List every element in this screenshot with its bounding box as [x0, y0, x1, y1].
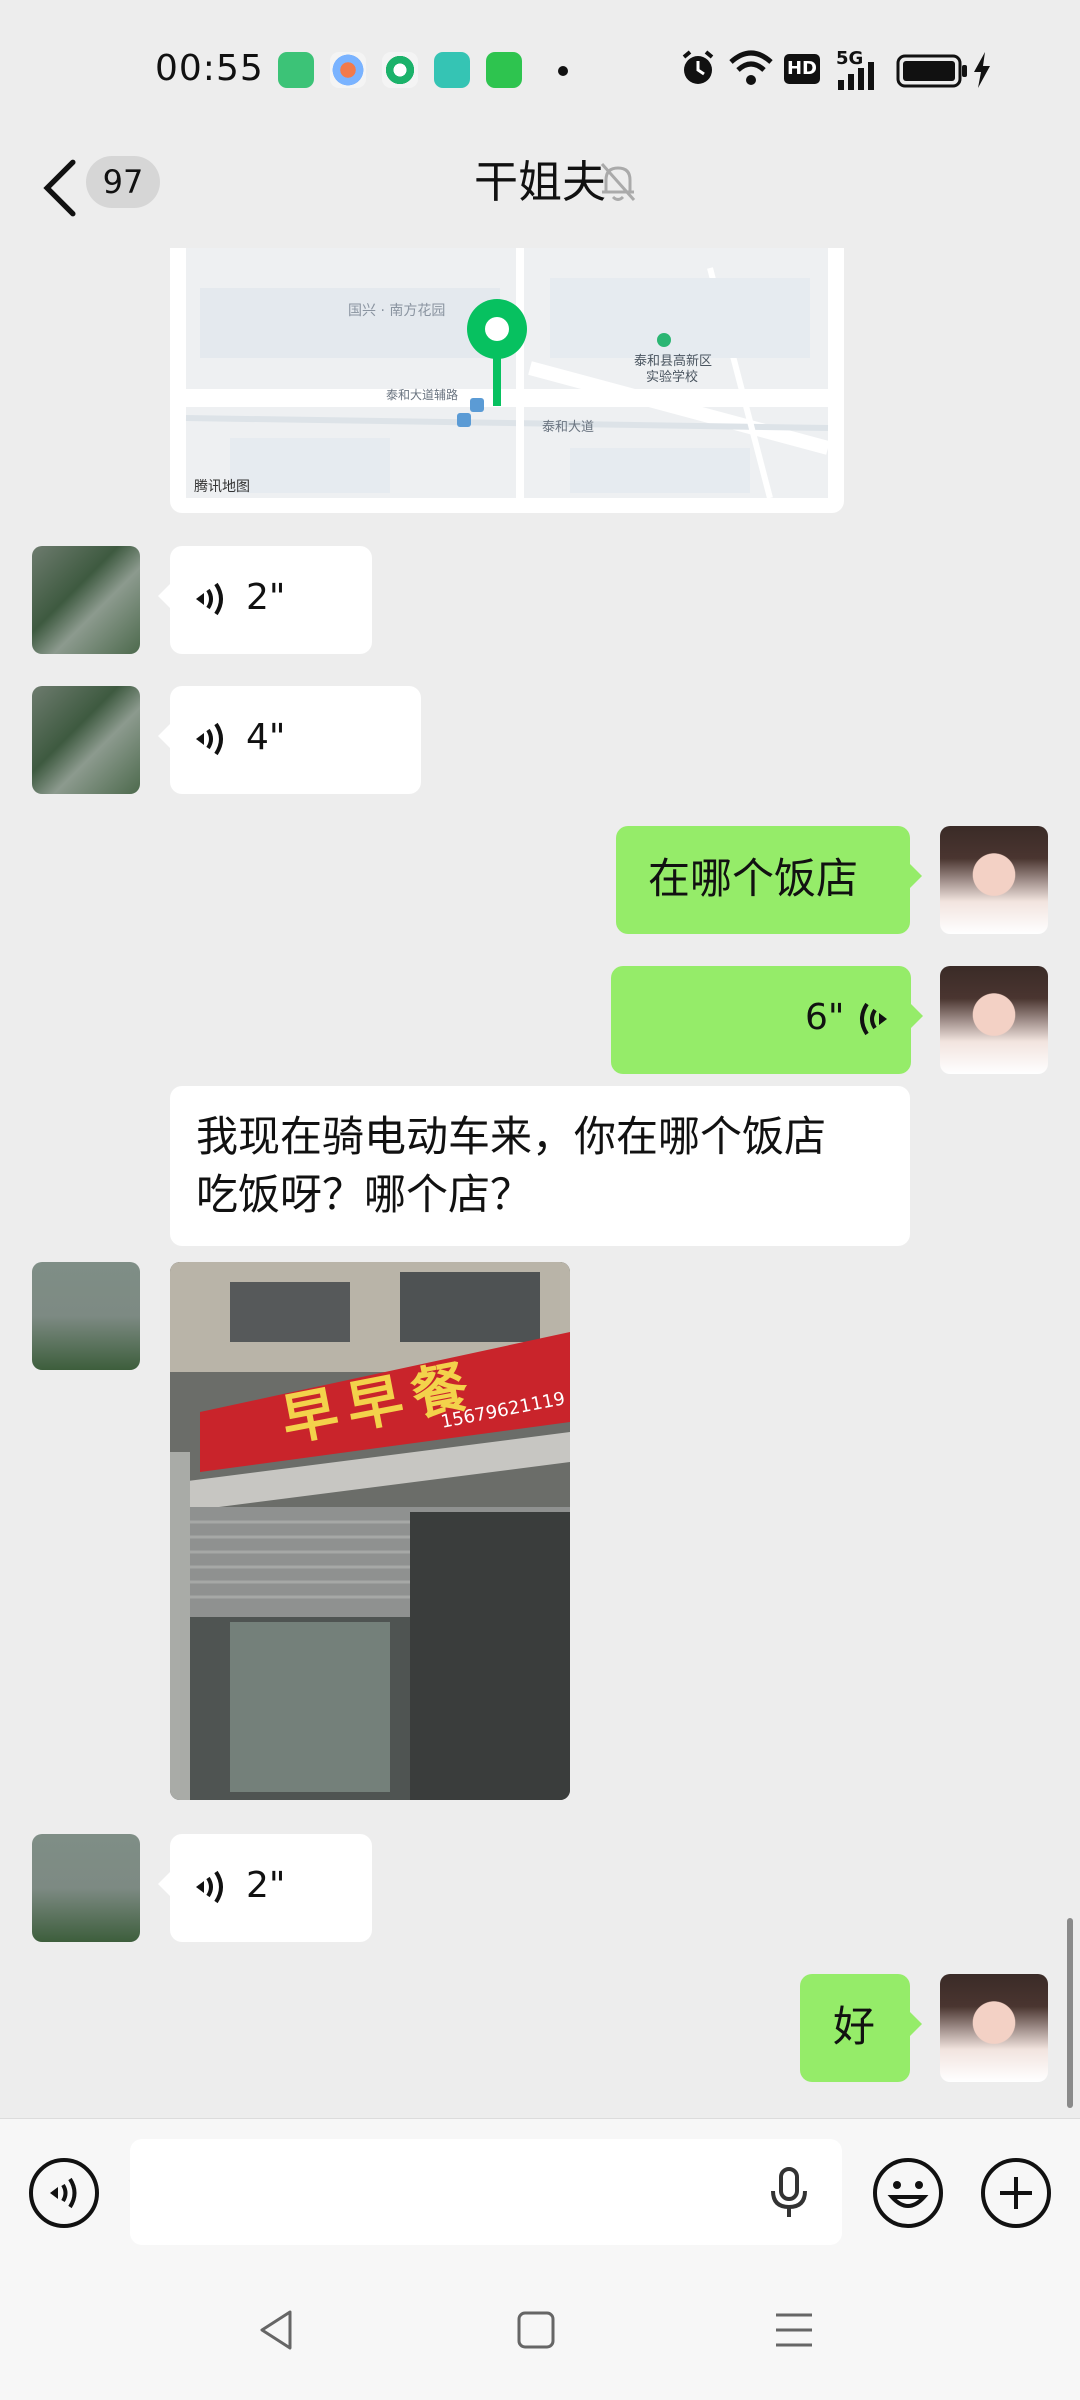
my-avatar[interactable]: [940, 826, 1048, 934]
more-notifications-dot: [558, 66, 568, 76]
map-label-school-line2: 实验学校: [646, 370, 699, 385]
message-input[interactable]: [130, 2139, 842, 2245]
app-icon-green: [382, 52, 418, 88]
map-label-road1: 泰和大道辅路: [386, 388, 459, 402]
map-attribution: 腾讯地图: [194, 479, 250, 495]
map-label-community: 国兴 · 南方花园: [348, 303, 446, 319]
battery-saver-app-icon: [278, 52, 314, 88]
charging-icon: [974, 52, 990, 88]
status-bar: 00:55 HD 5G: [0, 0, 1080, 140]
voice-wave-icon: [196, 582, 223, 616]
my-avatar[interactable]: [940, 1974, 1048, 2082]
photo-message[interactable]: 早早餐 15679621119: [170, 1262, 570, 1800]
microphone-icon[interactable]: [770, 2167, 808, 2219]
alarm-icon: [682, 50, 714, 84]
system-nav-bar: [0, 2258, 1080, 2400]
input-bar: [0, 2118, 1080, 2259]
map-image: [185, 248, 830, 499]
hd-badge: HD: [784, 54, 820, 84]
wechat-app-icon: [486, 52, 522, 88]
contact-avatar[interactable]: [32, 546, 140, 654]
message-text: 好: [833, 2002, 876, 2051]
nav-home-icon[interactable]: [516, 2310, 556, 2350]
status-time: 00:55: [155, 48, 264, 89]
battery-icon: [896, 54, 967, 88]
chat-title: 干姐夫: [474, 157, 606, 208]
voice-wave-icon: [196, 1870, 223, 1904]
location-map-message[interactable]: 国兴 · 南方花园 泰和县高新区 实验学校 泰和大道辅路 泰和大道 腾讯地图: [170, 248, 844, 513]
text-message[interactable]: 我现在骑电动车来，你在哪个饭店 吃饭呀？哪个店？: [170, 1086, 910, 1246]
voice-message[interactable]: 2": [158, 546, 372, 654]
voice-input-toggle-icon[interactable]: [28, 2157, 100, 2229]
contact-avatar[interactable]: [32, 686, 140, 794]
contact-avatar[interactable]: [32, 1262, 140, 1370]
nav-back-icon[interactable]: [256, 2308, 296, 2352]
voice-duration: 6": [805, 997, 845, 1038]
storefront-photo: [170, 1262, 570, 1800]
add-icon[interactable]: [980, 2157, 1052, 2229]
contact-avatar[interactable]: [32, 1834, 140, 1942]
signal-icon: [838, 62, 874, 90]
emoji-icon[interactable]: [872, 2157, 944, 2229]
my-text-message[interactable]: 好: [800, 1974, 922, 2082]
wifi-icon: [729, 50, 773, 85]
scrollbar[interactable]: [1067, 1918, 1073, 2108]
voice-duration: 2": [246, 1865, 286, 1906]
chat-app-icon: [434, 52, 470, 88]
mute-bell-icon: [600, 163, 636, 201]
voice-duration: 2": [246, 577, 286, 618]
voice-message[interactable]: 2": [158, 1834, 372, 1942]
voice-duration: 4": [246, 717, 286, 758]
map-label-road2: 泰和大道: [542, 420, 595, 435]
my-avatar[interactable]: [940, 966, 1048, 1074]
voice-message[interactable]: 4": [158, 686, 421, 794]
voice-wave-icon: [860, 1002, 887, 1036]
message-text-line1: 我现在骑电动车来，你在哪个饭店: [196, 1112, 827, 1161]
nav-menu-icon[interactable]: [774, 2312, 814, 2348]
photos-app-icon: [330, 52, 366, 88]
my-text-message[interactable]: 在哪个饭店: [616, 826, 922, 934]
my-voice-message[interactable]: 6": [611, 966, 923, 1074]
voice-wave-icon: [196, 722, 223, 756]
message-text: 在哪个饭店: [648, 854, 859, 903]
message-text-line2: 吃饭呀？哪个店？: [196, 1170, 533, 1219]
